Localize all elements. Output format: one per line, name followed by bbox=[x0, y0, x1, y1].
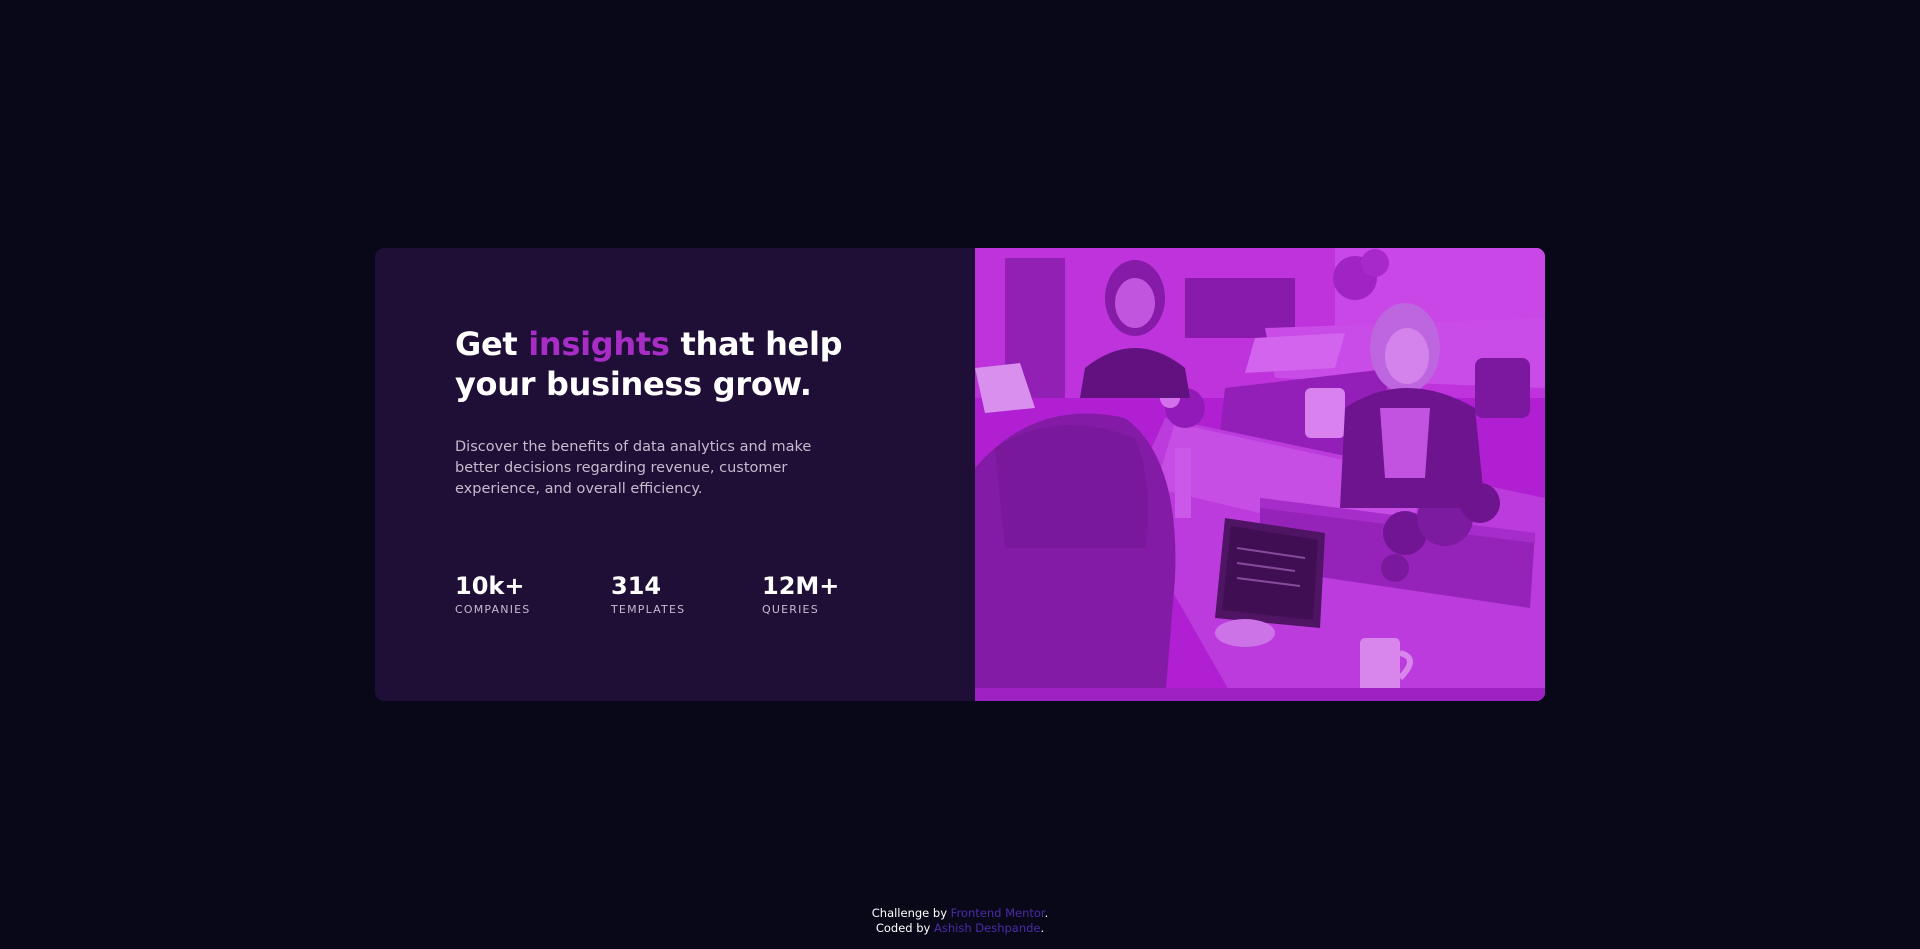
headline: Get insights that help your business gro… bbox=[455, 324, 855, 404]
stat-label: COMPANIES bbox=[455, 603, 531, 616]
challenge-credit: Challenge by Frontend Mentor. bbox=[0, 906, 1920, 921]
author-link[interactable]: Ashish Deshpande bbox=[934, 921, 1041, 935]
stats-row: 10k+ COMPANIES 314 TEMPLATES 12M+ QUERIE… bbox=[455, 571, 882, 616]
office-photo-illustration bbox=[975, 248, 1545, 701]
period: . bbox=[1044, 906, 1049, 920]
stat-companies: 10k+ COMPANIES bbox=[455, 571, 611, 616]
headline-text-start: Get bbox=[455, 325, 529, 363]
period: . bbox=[1040, 921, 1045, 935]
stat-label: TEMPLATES bbox=[611, 603, 686, 616]
stat-queries: 12M+ QUERIES bbox=[762, 571, 882, 616]
coder-credit: Coded by Ashish Deshpande. bbox=[0, 921, 1920, 936]
stats-preview-card: Get insights that help your business gro… bbox=[375, 248, 1545, 701]
stat-templates: 314 TEMPLATES bbox=[611, 571, 762, 616]
stat-value: 12M+ bbox=[762, 572, 840, 600]
header-image bbox=[975, 248, 1545, 701]
card-content: Get insights that help your business gro… bbox=[375, 248, 975, 701]
stat-value: 10k+ bbox=[455, 572, 525, 600]
challenge-prefix: Challenge by bbox=[871, 906, 951, 920]
frontend-mentor-link[interactable]: Frontend Mentor bbox=[951, 906, 1045, 920]
attribution: Challenge by Frontend Mentor. Coded by A… bbox=[0, 906, 1920, 936]
description: Discover the benefits of data analytics … bbox=[455, 439, 812, 497]
stat-label: QUERIES bbox=[762, 603, 819, 616]
stat-value: 314 bbox=[611, 572, 662, 600]
headline-accent-word: insights bbox=[528, 325, 670, 363]
coded-prefix: Coded by bbox=[875, 921, 934, 935]
